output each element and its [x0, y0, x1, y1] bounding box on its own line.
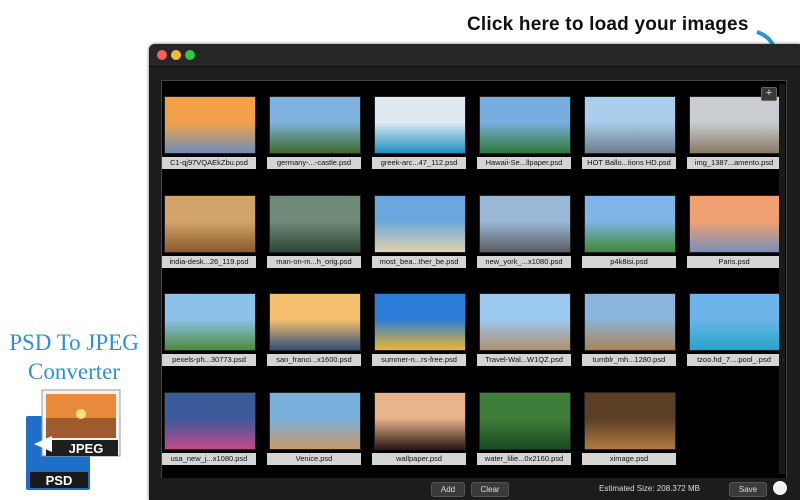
image-filename-label: india-desk...26_119.psd: [162, 255, 256, 268]
app-brand-title: PSD To JPEG Converter: [0, 328, 148, 386]
image-filename-label: greek-arc...47_112.psd: [372, 157, 466, 169]
image-filename-label: Venice.psd: [267, 452, 361, 465]
load-images-callout: Click here to load your images: [467, 14, 749, 35]
close-window-button[interactable]: [157, 50, 167, 60]
image-thumbnail[interactable]: [269, 293, 361, 351]
bottom-bar: Add Clear Estimated Size: 208.372 MB Sav…: [149, 478, 800, 500]
image-thumbnail[interactable]: [584, 293, 676, 351]
image-filename-label: most_bea...ther_be.psd: [372, 255, 466, 268]
save-button[interactable]: Save: [729, 482, 767, 497]
image-thumbnail[interactable]: [269, 391, 361, 450]
image-filename-label: pexels-ph...30773.psd: [162, 354, 256, 366]
image-thumbnail[interactable]: [374, 391, 466, 450]
image-filename-label: p4k8isi.psd: [582, 255, 676, 268]
image-filename-label: tumblr_mh...1280.psd: [582, 354, 676, 366]
image-thumbnail[interactable]: [479, 391, 571, 450]
image-filename-label: san_franci...x1600.psd: [267, 354, 361, 366]
minimize-window-button[interactable]: [171, 50, 181, 60]
app-window: C1-qj97VQAEkZbu.psd germany-...-castle.ps…: [149, 44, 800, 500]
estimated-size-label: Estimated Size: 208.372 MB: [599, 484, 700, 493]
image-filename-label: water_lilie...0x2160.psd: [477, 452, 571, 465]
help-circle-button[interactable]: [773, 481, 787, 495]
image-thumbnail[interactable]: [584, 96, 676, 154]
image-thumbnail[interactable]: [584, 194, 676, 253]
image-filename-label: man-on-m...h_orig.psd: [267, 255, 361, 268]
image-filename-label: germany-...-castle.psd: [267, 157, 361, 169]
image-thumbnail[interactable]: [584, 391, 676, 450]
image-thumbnail[interactable]: [689, 194, 781, 253]
image-filename-label: tzoo.hd_7....pool_.psd: [687, 354, 781, 366]
vertical-scrollbar[interactable]: [779, 84, 785, 474]
logo-jpeg-label: JPEG: [69, 441, 104, 456]
image-thumbnail[interactable]: [374, 293, 466, 351]
image-thumbnail[interactable]: [164, 96, 256, 154]
image-thumbnail[interactable]: [164, 194, 256, 253]
image-filename-label: usa_new_j...x1080.psd: [162, 452, 256, 465]
image-filename-label: Hawaii-Se...llpaper.psd: [477, 157, 571, 169]
add-images-plus-button[interactable]: +: [761, 87, 777, 101]
image-filename-label: HOT Ballo...tions HD.psd: [582, 157, 676, 169]
logo-psd-label: PSD: [46, 473, 73, 488]
image-thumbnail[interactable]: [374, 96, 466, 154]
image-grid: C1-qj97VQAEkZbu.psd germany-...-castle.ps…: [161, 80, 787, 480]
add-button[interactable]: Add: [431, 482, 465, 497]
image-filename-label: C1-qj97VQAEkZbu.psd: [162, 157, 256, 169]
image-thumbnail[interactable]: [374, 194, 466, 253]
image-thumbnail[interactable]: [689, 293, 781, 351]
zoom-window-button[interactable]: [185, 50, 195, 60]
image-filename-label: Paris.psd: [687, 255, 781, 268]
image-thumbnail[interactable]: [269, 194, 361, 253]
clear-button[interactable]: Clear: [471, 482, 509, 497]
brand-line-1: PSD To JPEG: [9, 330, 139, 355]
title-bar: [149, 44, 800, 67]
image-filename-label: new_york_...x1080.psd: [477, 255, 571, 268]
app-logo-icon: PSD JPEG: [26, 389, 121, 490]
image-filename-label: ximage.psd: [582, 452, 676, 465]
image-thumbnail[interactable]: [479, 96, 571, 154]
toolbar-strip: [149, 67, 800, 80]
image-thumbnail[interactable]: [269, 96, 361, 154]
image-thumbnail[interactable]: [479, 194, 571, 253]
image-filename-label: summer-n...rs-free.psd: [372, 354, 466, 366]
image-thumbnail[interactable]: [479, 293, 571, 351]
image-thumbnail[interactable]: [164, 391, 256, 450]
image-thumbnail[interactable]: [164, 293, 256, 351]
brand-line-2: Converter: [28, 359, 120, 384]
image-filename-label: Travel-Wal...W1QZ.psd: [477, 354, 571, 366]
image-filename-label: wallpaper.psd: [372, 452, 466, 465]
image-thumbnail[interactable]: [689, 96, 781, 154]
image-filename-label: img_1387...amento.psd: [687, 157, 781, 169]
